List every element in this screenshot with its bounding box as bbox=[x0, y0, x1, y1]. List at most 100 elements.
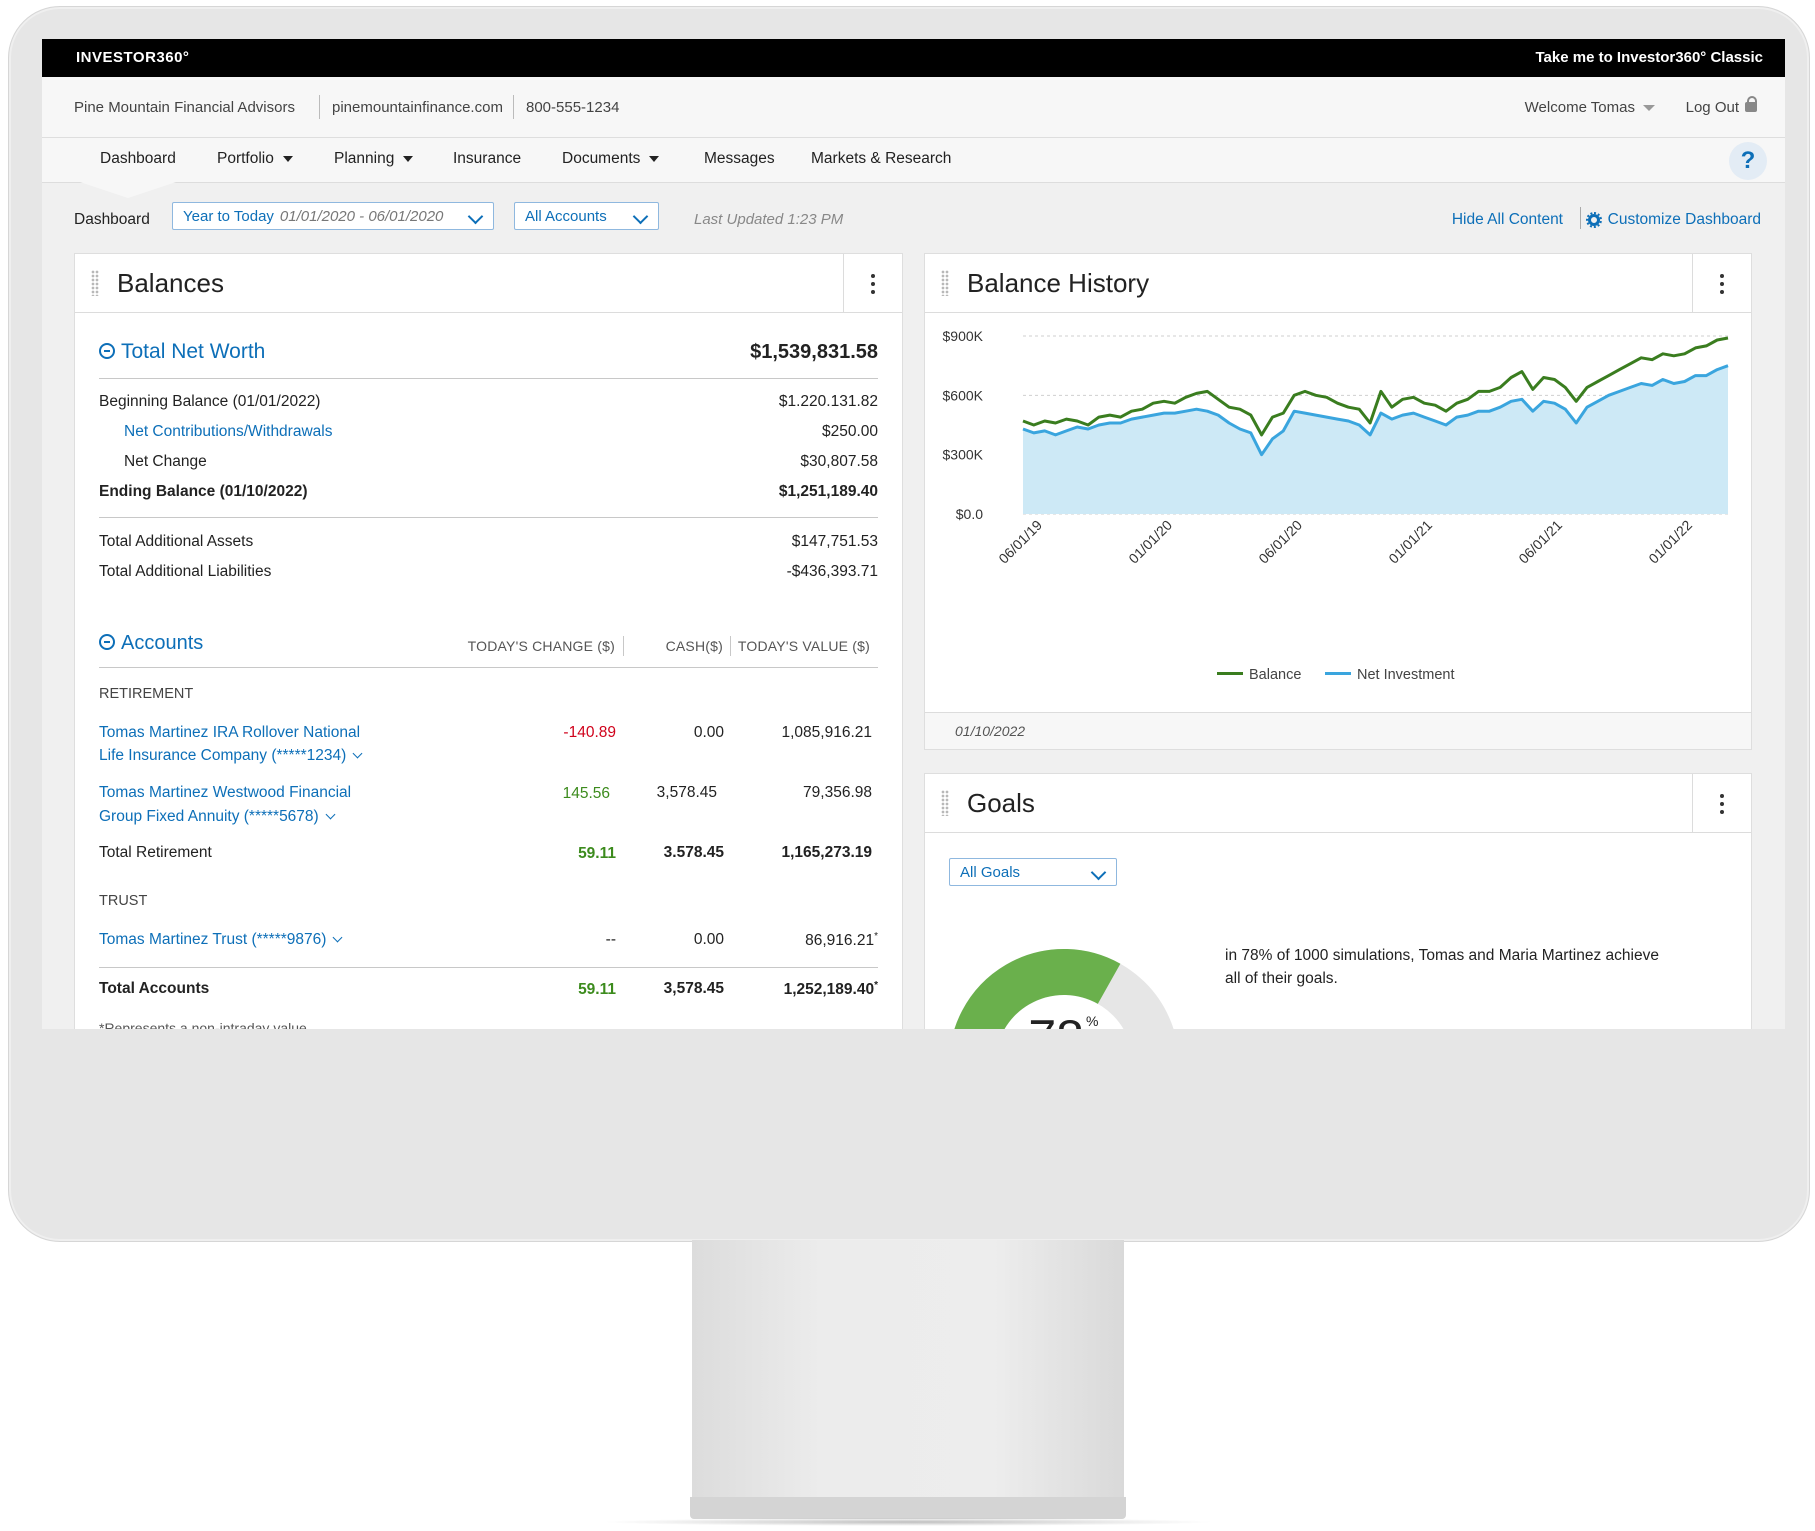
logout-button[interactable]: Log Out bbox=[1685, 96, 1757, 116]
card-title: Balance History bbox=[967, 268, 1150, 298]
top-bar: INVESTOR360° Take me to Investor360° Cla… bbox=[42, 39, 1785, 77]
hide-all-content-link[interactable]: Hide All Content bbox=[1452, 211, 1563, 229]
chevron-down-icon bbox=[352, 748, 363, 759]
nav-planning[interactable]: Planning bbox=[334, 150, 414, 168]
breadcrumb: Dashboard bbox=[74, 211, 150, 228]
drag-handle-icon[interactable] bbox=[941, 790, 949, 816]
account-link[interactable]: Life Insurance Company (*****1234) bbox=[99, 747, 363, 765]
nav-messages[interactable]: Messages bbox=[704, 150, 775, 168]
nav-label: Markets & Research bbox=[811, 150, 952, 167]
account-number: Life Insurance Company (*****1234) bbox=[99, 747, 347, 764]
todays-change: 59.11 bbox=[578, 845, 616, 862]
firm-bar: Pine Mountain Financial Advisors pinemou… bbox=[42, 77, 1785, 138]
dot bbox=[871, 290, 875, 294]
goals-gauge: 78 % bbox=[954, 949, 1174, 1029]
help-button[interactable]: ? bbox=[1729, 142, 1767, 180]
drag-handle-icon[interactable] bbox=[941, 270, 949, 296]
value-text: 86,916.21 bbox=[805, 932, 875, 949]
col-todays-value: TODAY'S VALUE ($) bbox=[737, 638, 870, 654]
legend-swatch bbox=[1325, 672, 1351, 675]
logout-label: Log Out bbox=[1685, 99, 1739, 116]
cash: 0.00 bbox=[693, 724, 724, 741]
card-title: Balances bbox=[117, 268, 224, 298]
legend-item-balance: Balance bbox=[1217, 667, 1301, 683]
more-options-button[interactable] bbox=[1692, 254, 1751, 312]
net-worth-toggle[interactable]: Total Net Worth bbox=[99, 340, 265, 364]
todays-value: 86,916.21* bbox=[805, 931, 878, 950]
account-number: Group Fixed Annuity (*****5678) bbox=[99, 808, 319, 825]
todays-change: -- bbox=[605, 931, 616, 948]
footnote-mark: * bbox=[874, 980, 878, 991]
x-tick-label: 01/01/20 bbox=[1125, 517, 1175, 567]
additional-liabilities-label: Total Additional Liabilities bbox=[99, 563, 272, 580]
y-tick-label: $600K bbox=[943, 387, 984, 403]
nav-markets-research[interactable]: Markets & Research bbox=[811, 150, 951, 168]
divider bbox=[99, 378, 878, 379]
y-tick-label: $0.0 bbox=[956, 506, 983, 522]
firm-website-link[interactable]: pinemountainfinance.com bbox=[332, 99, 503, 116]
welcome-menu[interactable]: Welcome Tomas bbox=[1525, 99, 1655, 116]
nav-label: Documents bbox=[562, 150, 641, 167]
divider bbox=[99, 667, 878, 668]
drag-handle-icon[interactable] bbox=[91, 270, 99, 296]
last-updated: Last Updated 1:23 PM bbox=[694, 211, 844, 228]
more-options-button[interactable] bbox=[1692, 774, 1751, 832]
accounts-select[interactable]: All Accounts bbox=[514, 202, 659, 230]
screen: INVESTOR360° Take me to Investor360° Cla… bbox=[42, 39, 1785, 1029]
customize-label: Customize Dashboard bbox=[1607, 211, 1761, 228]
cash: 0.00 bbox=[693, 931, 724, 948]
period-range: 01/01/2020 - 06/01/2020 bbox=[279, 208, 444, 225]
account-link[interactable]: Tomas Martinez Trust (*****9876) bbox=[99, 931, 343, 949]
caret-down-icon bbox=[649, 155, 660, 162]
footnote-mark: * bbox=[874, 931, 878, 942]
additional-assets-label: Total Additional Assets bbox=[99, 533, 254, 550]
monitor-foot bbox=[690, 1497, 1126, 1519]
customize-dashboard-link[interactable]: Customize Dashboard bbox=[1585, 211, 1761, 229]
total-accounts-label: Total Accounts bbox=[99, 980, 210, 997]
nav-label: Dashboard bbox=[100, 150, 176, 167]
todays-value: 79,356.98 bbox=[803, 784, 872, 801]
firm-phone: 800-555-1234 bbox=[526, 99, 620, 116]
net-change-value: $30,807.58 bbox=[800, 453, 878, 470]
todays-change: -140.89 bbox=[563, 724, 616, 741]
nav-insurance[interactable]: Insurance bbox=[453, 150, 521, 168]
chevron-down-icon bbox=[467, 208, 484, 225]
col-cash: CASH($) bbox=[665, 638, 723, 654]
goals-summary: in 78% of 1000 simulations, Tomas and Ma… bbox=[1225, 947, 1659, 987]
period-label: Year to Today bbox=[183, 208, 274, 225]
card-title: Goals bbox=[967, 788, 1035, 818]
goals-card: Goals All Goals 78 % in 78% of 1000 simu… bbox=[924, 773, 1752, 1029]
dot bbox=[1720, 794, 1724, 798]
nav-portfolio[interactable]: Portfolio bbox=[217, 150, 293, 168]
classic-link[interactable]: Take me to Investor360° Classic bbox=[1536, 49, 1764, 66]
accounts-toggle[interactable]: Accounts bbox=[99, 632, 203, 655]
account-link[interactable]: Tomas Martinez IRA Rollover National bbox=[99, 724, 360, 742]
value-text: 1,252,189.40 bbox=[783, 981, 875, 998]
legend-label: Net Investment bbox=[1357, 667, 1455, 683]
monitor-shadow bbox=[600, 1518, 1216, 1526]
total-retirement-label: Total Retirement bbox=[99, 844, 212, 861]
footnote: *Represents a non-intraday value bbox=[99, 1020, 307, 1029]
divider bbox=[319, 95, 320, 119]
legend-swatch bbox=[1217, 672, 1243, 675]
more-options-button[interactable] bbox=[843, 254, 902, 312]
goals-select[interactable]: All Goals bbox=[949, 858, 1117, 886]
divider bbox=[1580, 207, 1581, 229]
nav-dashboard[interactable]: Dashboard bbox=[100, 150, 176, 168]
card-header: Balance History bbox=[925, 254, 1751, 313]
net-change-label: Net Change bbox=[124, 453, 207, 470]
nav-label: Portfolio bbox=[217, 150, 274, 167]
divider bbox=[99, 967, 878, 968]
as-of-date: 01/10/2022 bbox=[955, 723, 1026, 739]
nav-documents[interactable]: Documents bbox=[562, 150, 660, 168]
account-link[interactable]: Tomas Martinez Westwood Financial bbox=[99, 784, 351, 802]
main-nav: Dashboard Portfolio Planning Insurance D… bbox=[42, 138, 1785, 183]
caret-down-icon bbox=[282, 155, 293, 162]
net-contributions-link[interactable]: Net Contributions/Withdrawals bbox=[124, 423, 332, 441]
card-header: Goals bbox=[925, 774, 1751, 833]
period-select[interactable]: Year to Today 01/01/2020 - 06/01/2020 bbox=[172, 202, 494, 230]
balance-history-chart: $900K $600K $300K $0.0 06/01/19 01/01/20 06/01… bbox=[943, 328, 1729, 567]
x-tick-label: 06/01/19 bbox=[995, 517, 1045, 567]
additional-liabilities-value: -$436,393.71 bbox=[786, 563, 878, 580]
account-link[interactable]: Group Fixed Annuity (*****5678) bbox=[99, 808, 336, 826]
